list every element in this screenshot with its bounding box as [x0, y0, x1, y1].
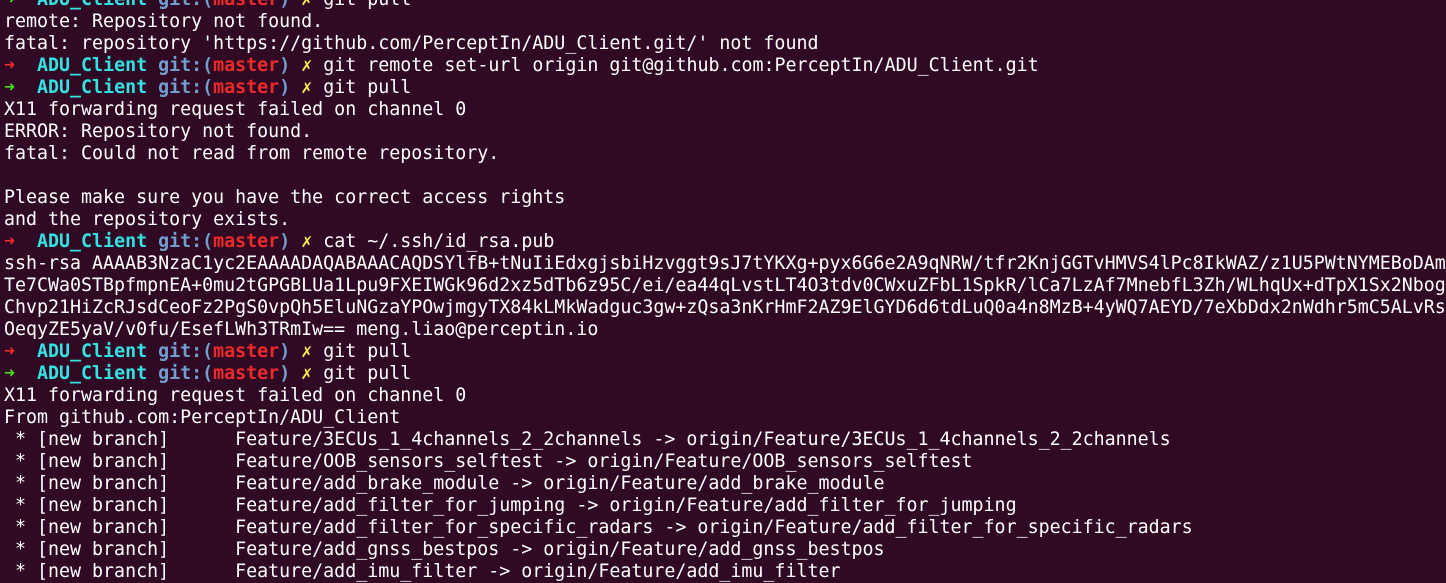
- output-line: * [new branch] Feature/OOB_sensors_selft…: [0, 451, 1446, 473]
- prompt-directory: ADU_Client: [37, 231, 148, 252]
- output-text: OeqyZE5yaV/v0fu/EsefLWh3TRmIw== meng.lia…: [4, 319, 599, 340]
- output-text: * [new branch] Feature/add_gnss_bestpos …: [4, 539, 885, 560]
- prompt-arrow-icon: ➜: [4, 341, 16, 362]
- output-line: remote: Repository not found.: [0, 11, 1446, 33]
- prompt-git-suffix: ): [279, 55, 291, 76]
- prompt-git-prefix: git:(: [158, 363, 214, 384]
- output-line: * [new branch] Feature/add_filter_for_sp…: [0, 517, 1446, 539]
- prompt-branch: master: [213, 0, 279, 10]
- output-line: * [new branch] Feature/add_filter_for_ju…: [0, 495, 1446, 517]
- output-text: Te7CWa0STBpfmpnEA+0mu2tGPGBLUa1Lpu9FXEIW…: [4, 275, 1446, 296]
- prompt-dirty-icon: ✗: [301, 231, 313, 252]
- output-line: X11 forwarding request failed on channel…: [0, 99, 1446, 121]
- prompt-line: ➜ ADU_Client git:(master) ✗ cat ~/.ssh/i…: [0, 231, 1446, 253]
- prompt-directory: ADU_Client: [37, 77, 148, 98]
- output-line: From github.com:PerceptIn/ADU_Client: [0, 407, 1446, 429]
- prompt-arrow-icon: ➜: [4, 77, 16, 98]
- prompt-arrow-icon: ➜: [4, 0, 15, 10]
- output-text: From github.com:PerceptIn/ADU_Client: [4, 407, 401, 428]
- output-line: * [new branch] Feature/add_imu_filter ->…: [0, 561, 1446, 583]
- command-text: git pull: [323, 0, 411, 10]
- output-text: * [new branch] Feature/add_imu_filter ->…: [4, 561, 841, 582]
- prompt-git-suffix: ): [279, 77, 291, 98]
- output-text: X11 forwarding request failed on channel…: [4, 385, 467, 406]
- prompt-git-prefix: git:(: [158, 55, 214, 76]
- output-line: Please make sure you have the correct ac…: [0, 187, 1446, 209]
- output-text: X11 forwarding request failed on channel…: [4, 99, 467, 120]
- prompt-arrow-icon: ➜: [4, 363, 16, 384]
- prompt-directory: ADU_Client: [37, 0, 147, 10]
- prompt-line: ➜ ADU_Client git:(master) ✗ git pull: [0, 341, 1446, 363]
- prompt-git-prefix: git:(: [158, 0, 213, 10]
- prompt-git-prefix: git:(: [158, 77, 214, 98]
- output-text: * [new branch] Feature/3ECUs_1_4channels…: [4, 429, 1171, 450]
- output-line: * [new branch] Feature/add_gnss_bestpos …: [0, 539, 1446, 561]
- prompt-git-suffix: ): [279, 231, 291, 252]
- output-text: fatal: repository 'https://github.com/Pe…: [4, 33, 819, 54]
- output-line: * [new branch] Feature/add_brake_module …: [0, 473, 1446, 495]
- output-line: ssh-rsa AAAAB3NzaC1yc2EAAAADAQABAAACAQDS…: [0, 253, 1446, 275]
- output-text: * [new branch] Feature/add_filter_for_ju…: [4, 495, 1017, 516]
- prompt-directory: ADU_Client: [37, 363, 148, 384]
- prompt-directory: ADU_Client: [37, 341, 148, 362]
- prompt-line: ➜ ADU_Client git:(master) ✗ git pull: [0, 363, 1446, 385]
- output-text: Chvp21HiZcRJsdCeoFz2PgS0vpQh5EluNGzaYPOw…: [4, 297, 1446, 318]
- prompt-directory: ADU_Client: [37, 55, 148, 76]
- output-text: ssh-rsa AAAAB3NzaC1yc2EAAAADAQABAAACAQDS…: [4, 253, 1446, 274]
- prompt-git-prefix: git:(: [158, 341, 214, 362]
- output-text: remote: Repository not found.: [4, 11, 324, 32]
- terminal-window[interactable]: ➜ ADU_Client git:(master) ✗ git pullremo…: [0, 0, 1446, 583]
- output-line: fatal: Could not read from remote reposi…: [0, 143, 1446, 165]
- prompt-branch: master: [213, 77, 280, 98]
- prompt-git-suffix: ): [279, 363, 291, 384]
- prompt-dirty-icon: ✗: [301, 55, 313, 76]
- output-line: X11 forwarding request failed on channel…: [0, 385, 1446, 407]
- command-text: git pull: [323, 363, 412, 384]
- command-text: git remote set-url origin git@github.com…: [323, 55, 1039, 76]
- prompt-line: ➜ ADU_Client git:(master) ✗ git pull: [0, 0, 1446, 11]
- output-text: Please make sure you have the correct ac…: [4, 187, 566, 208]
- prompt-git-prefix: git:(: [158, 231, 214, 252]
- command-text: git pull: [323, 77, 412, 98]
- output-line: ERROR: Repository not found.: [0, 121, 1446, 143]
- output-text: * [new branch] Feature/OOB_sensors_selft…: [4, 451, 973, 472]
- prompt-dirty-icon: ✗: [301, 77, 313, 98]
- prompt-dirty-icon: ✗: [301, 0, 312, 10]
- prompt-branch: master: [213, 55, 280, 76]
- prompt-branch: master: [213, 341, 280, 362]
- prompt-git-suffix: ): [279, 341, 291, 362]
- prompt-arrow-icon: ➜: [4, 55, 16, 76]
- output-line: OeqyZE5yaV/v0fu/EsefLWh3TRmIw== meng.lia…: [0, 319, 1446, 341]
- output-text: and the repository exists.: [4, 209, 291, 230]
- prompt-branch: master: [213, 363, 280, 384]
- output-text: fatal: Could not read from remote reposi…: [4, 143, 500, 164]
- command-text: cat ~/.ssh/id_rsa.pub: [323, 231, 555, 252]
- prompt-dirty-icon: ✗: [301, 341, 313, 362]
- prompt-dirty-icon: ✗: [301, 363, 313, 384]
- prompt-git-suffix: ): [279, 0, 290, 10]
- output-line: * [new branch] Feature/3ECUs_1_4channels…: [0, 429, 1446, 451]
- output-line: and the repository exists.: [0, 209, 1446, 231]
- prompt-line: ➜ ADU_Client git:(master) ✗ git remote s…: [0, 55, 1446, 77]
- prompt-branch: master: [213, 231, 280, 252]
- prompt-arrow-icon: ➜: [4, 231, 16, 252]
- prompt-line: ➜ ADU_Client git:(master) ✗ git pull: [0, 77, 1446, 99]
- command-text: git pull: [323, 341, 412, 362]
- output-line: Chvp21HiZcRJsdCeoFz2PgS0vpQh5EluNGzaYPOw…: [0, 297, 1446, 319]
- output-text: * [new branch] Feature/add_filter_for_sp…: [4, 517, 1193, 538]
- output-line: Te7CWa0STBpfmpnEA+0mu2tGPGBLUa1Lpu9FXEIW…: [0, 275, 1446, 297]
- output-text: * [new branch] Feature/add_brake_module …: [4, 473, 885, 494]
- output-text: ERROR: Repository not found.: [4, 121, 313, 142]
- output-line: fatal: repository 'https://github.com/Pe…: [0, 33, 1446, 55]
